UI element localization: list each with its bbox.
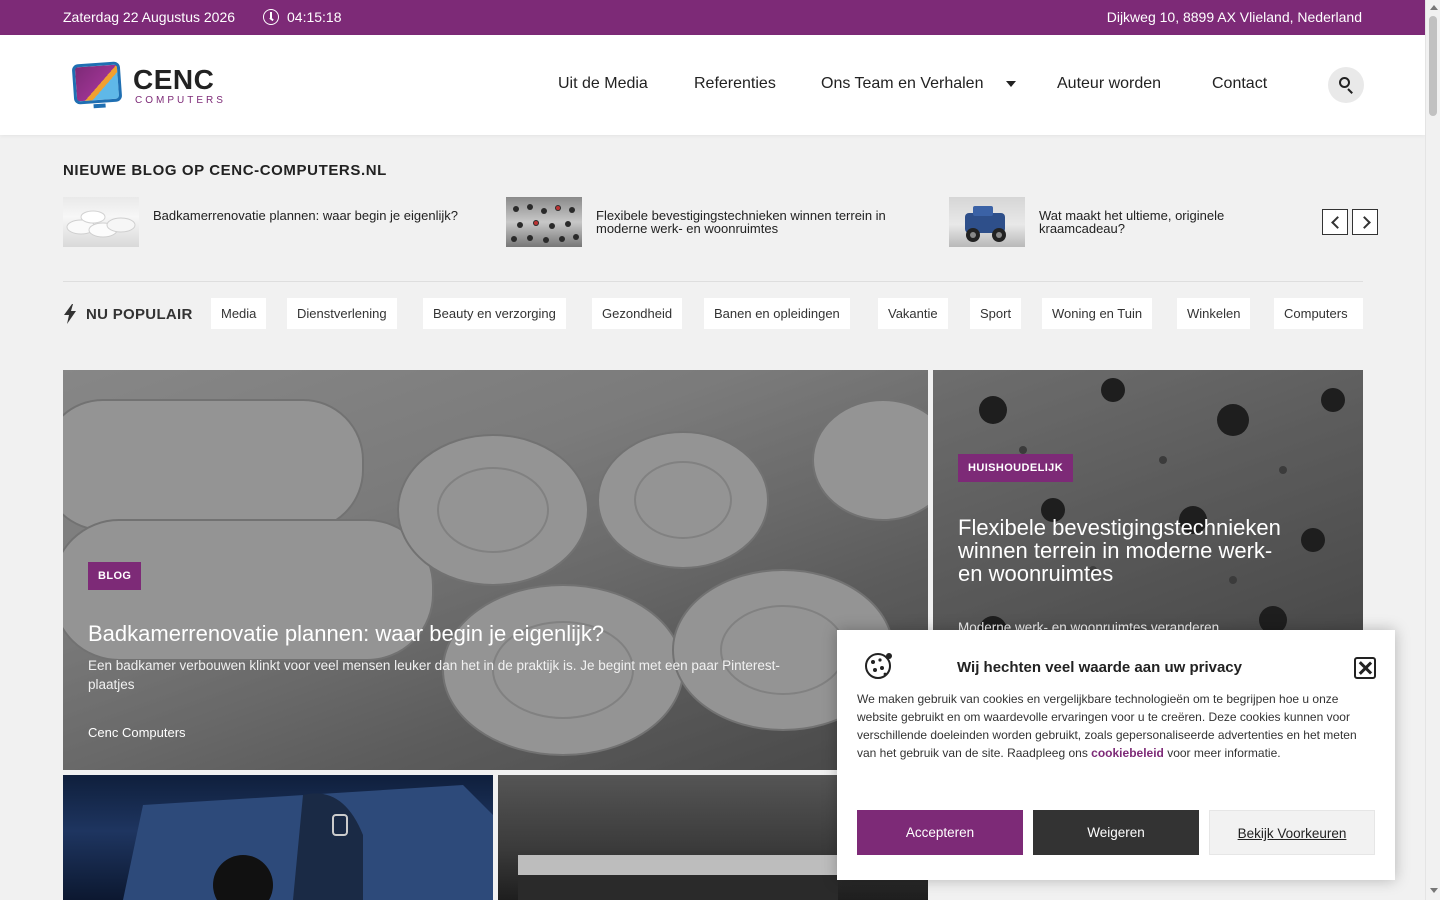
search-button[interactable]: [1328, 67, 1364, 103]
site-header: CENC COMPUTERS Uit de Media Referenties …: [0, 35, 1425, 135]
nav-auteur-worden[interactable]: Auteur worden: [1057, 75, 1161, 93]
top-bar: Zaterdag 22 Augustus 2026 04:15:18 Dijkw…: [0, 0, 1425, 35]
tag-beauty[interactable]: Beauty en verzorging: [423, 298, 566, 329]
cookie-icon: [865, 653, 892, 679]
tag-winkelen[interactable]: Winkelen: [1177, 298, 1251, 329]
deny-cookies-button[interactable]: Weigeren: [1033, 810, 1199, 855]
view-preferences-button[interactable]: Bekijk Voorkeuren: [1209, 810, 1375, 855]
tag-banen[interactable]: Banen en opleidingen: [704, 298, 850, 329]
card-overlay: [63, 370, 928, 770]
nav-contact[interactable]: Contact: [1212, 75, 1267, 93]
tag-dienstverlening[interactable]: Dienstverlening: [287, 298, 397, 329]
post-author[interactable]: Cenc Computers: [88, 725, 186, 740]
chevron-right-icon[interactable]: [1352, 209, 1378, 235]
car-image: [123, 785, 493, 900]
section-divider: [63, 281, 1363, 282]
ticker-thumbnail[interactable]: [506, 197, 582, 247]
logo-tagline: COMPUTERS: [135, 95, 226, 106]
tag-computers[interactable]: Computers: [1274, 298, 1363, 329]
company-address: Dijkweg 10, 8899 AX Vlieland, Nederland: [1106, 9, 1362, 25]
ticker-thumbnail[interactable]: [63, 197, 139, 247]
featured-post-card[interactable]: BLOG Badkamerrenovatie plannen: waar beg…: [63, 370, 928, 770]
tag-gezondheid[interactable]: Gezondheid: [592, 298, 683, 329]
accept-cookies-button[interactable]: Accepteren: [857, 810, 1023, 855]
cookie-dialog-title: Wij hechten veel waarde aan uw privacy: [957, 659, 1242, 676]
search-icon: [1339, 77, 1350, 88]
ticker-thumbnail[interactable]: [949, 197, 1025, 247]
scroll-down-icon[interactable]: [1430, 888, 1438, 893]
tag-sport[interactable]: Sport: [970, 298, 1022, 329]
ticker-title: NIEUWE BLOG OP CENC-COMPUTERS.NL: [63, 162, 387, 179]
side-post-title[interactable]: Flexibele bevestigingstechnieken winnen …: [958, 516, 1288, 585]
tag-media[interactable]: Media: [211, 298, 267, 329]
nav-ons-team[interactable]: Ons Team en Verhalen: [821, 75, 983, 93]
cookie-policy-link[interactable]: cookiebeleid: [1091, 746, 1164, 760]
search-icon-handle: [1347, 88, 1353, 94]
monitor-logo-icon: [71, 61, 123, 105]
scroll-thumb[interactable]: [1429, 16, 1437, 116]
ticker-headline[interactable]: Badkamerrenovatie plannen: waar begin je…: [153, 209, 473, 222]
scroll-up-icon[interactable]: [1430, 5, 1438, 10]
cookie-text-end: voor meer informatie.: [1163, 746, 1281, 760]
close-icon[interactable]: [1354, 657, 1376, 679]
cookie-dialog-text: We maken gebruik van cookies en vergelij…: [857, 690, 1357, 762]
chevron-down-icon[interactable]: [1006, 81, 1016, 87]
popular-label: NU POPULAIR: [86, 306, 193, 323]
tag-vakantie[interactable]: Vakantie: [878, 298, 948, 329]
post-card[interactable]: [63, 775, 493, 900]
cookie-consent-dialog: Wij hechten veel waarde aan uw privacy W…: [837, 630, 1395, 880]
featured-post-excerpt: Een badkamer verbouwen klinkt voor veel …: [88, 658, 780, 692]
ticker-headline[interactable]: Wat maakt het ultieme, originele kraamca…: [1039, 209, 1269, 235]
category-badge[interactable]: BLOG: [88, 562, 142, 590]
category-badge[interactable]: HUISHOUDELIJK: [958, 454, 1074, 482]
clock-icon: [263, 9, 279, 25]
ticker-headline[interactable]: Flexibele bevestigingstechnieken winnen …: [596, 209, 916, 235]
featured-post-title[interactable]: Badkamerrenovatie plannen: waar begin je…: [88, 622, 868, 645]
site-logo[interactable]: CENC COMPUTERS: [71, 61, 233, 111]
page-scrollbar[interactable]: [1425, 0, 1440, 900]
current-time: 04:15:18: [287, 9, 342, 25]
nav-referenties[interactable]: Referenties: [694, 75, 776, 93]
tag-woning-tuin[interactable]: Woning en Tuin: [1042, 298, 1153, 329]
bolt-icon: [64, 304, 76, 324]
logo-name: CENC: [133, 64, 215, 95]
chevron-left-icon[interactable]: [1322, 209, 1348, 235]
nav-uit-de-media[interactable]: Uit de Media: [558, 75, 648, 93]
current-date: Zaterdag 22 Augustus 2026: [63, 9, 236, 25]
